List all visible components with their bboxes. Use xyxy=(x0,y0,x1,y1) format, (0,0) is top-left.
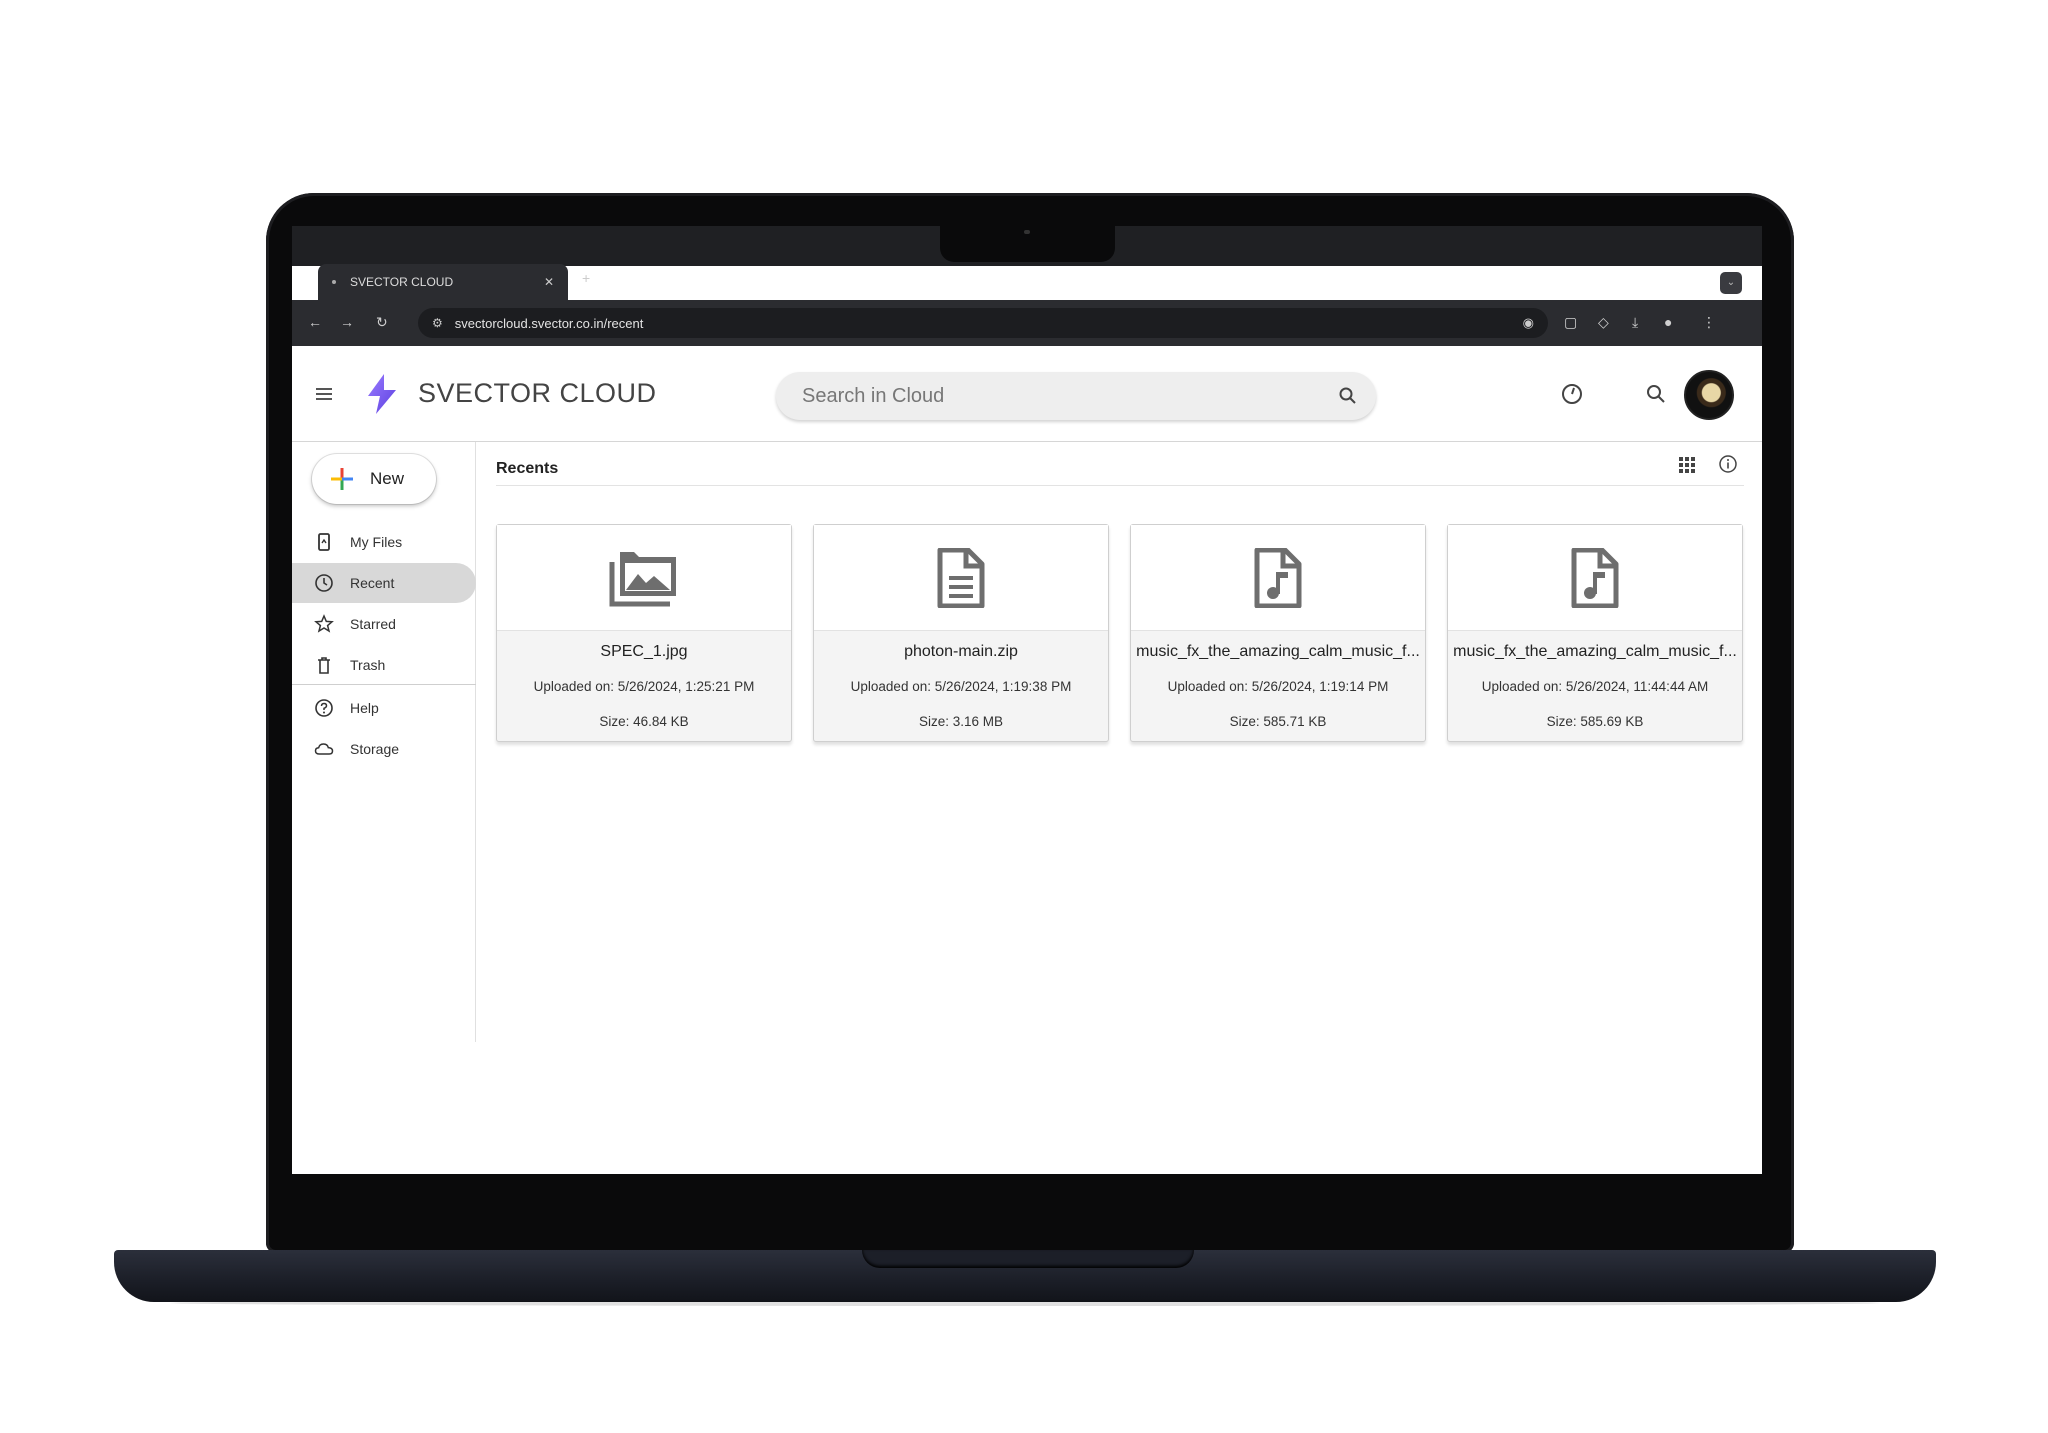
search-icon[interactable] xyxy=(1644,382,1668,406)
file-card[interactable]: photon-main.zip Uploaded on: 5/26/2024, … xyxy=(813,524,1109,742)
url-text: svectorcloud.svector.co.in/recent xyxy=(454,315,644,331)
file-card[interactable]: music_fx_the_amazing_calm_music_f... Upl… xyxy=(1447,524,1743,742)
main-content: Recents SPEC_1.jpg Uploaded on: 5/26/202… xyxy=(496,442,1744,1142)
search-placeholder: Search in Cloud xyxy=(802,384,945,407)
laptop-frame: SVECTOR CLOUD ✕ + ⌄ ← → ↻ ⚙ svectorcloud… xyxy=(0,0,2048,1433)
star-icon xyxy=(314,614,334,633)
file-uploaded-date: Uploaded on: 5/26/2024, 1:19:38 PM xyxy=(850,679,1072,694)
laptop-shadow xyxy=(170,1300,1880,1306)
sidebar-item-my-files[interactable]: My Files xyxy=(292,522,476,562)
address-bar[interactable]: ⚙ svectorcloud.svector.co.in/recent ◉ xyxy=(418,308,1548,338)
file-thumbnail xyxy=(814,525,1108,631)
audio-file-icon xyxy=(1571,547,1619,608)
lens-icon[interactable]: ◉ xyxy=(1523,315,1534,331)
section-title: Recents xyxy=(496,460,559,477)
sidebar-item-label: Starred xyxy=(350,616,396,632)
browser-tab[interactable]: SVECTOR CLOUD ✕ xyxy=(318,264,568,300)
sidebar-item-label: Trash xyxy=(350,657,386,673)
trash-icon xyxy=(318,657,330,674)
file-name: music_fx_the_amazing_calm_music_f... xyxy=(1453,643,1737,660)
sidebar-item-help[interactable]: Help xyxy=(292,688,476,728)
sidebar: New My Files Recent Starred Trash Help S… xyxy=(292,442,476,1042)
reload-icon[interactable]: ↻ xyxy=(376,312,388,332)
file-size: Size: 3.16 MB xyxy=(918,714,1004,729)
file-size: Size: 585.71 KB xyxy=(1229,714,1327,729)
new-button-label: New xyxy=(370,469,405,488)
info-icon[interactable] xyxy=(1718,454,1738,474)
cloud-app: SVECTOR CLOUD Search in Cloud New My Fil… xyxy=(292,346,1762,1174)
sidebar-item-label: Storage xyxy=(350,741,400,757)
image-icon xyxy=(609,551,676,606)
new-tab-icon[interactable]: + xyxy=(582,270,590,286)
clock-icon xyxy=(315,574,333,592)
laptop-base-lip xyxy=(862,1250,1194,1268)
sidebar-item-label: My Files xyxy=(350,534,403,550)
tab-close-icon[interactable]: ✕ xyxy=(544,275,554,289)
sidebar-item-storage[interactable]: Storage xyxy=(292,729,476,769)
file-thumbnail xyxy=(1448,525,1742,631)
back-icon[interactable]: ← xyxy=(308,312,322,332)
svector-logo-icon xyxy=(368,374,396,414)
forward-icon[interactable]: → xyxy=(340,312,354,332)
file-size: Size: 46.84 KB xyxy=(599,714,689,729)
file-uploaded-date: Uploaded on: 5/26/2024, 1:25:21 PM xyxy=(533,679,755,694)
download-icon[interactable]: ⤓ xyxy=(1632,312,1638,332)
new-button[interactable]: New xyxy=(312,454,436,504)
site-info-icon[interactable]: ⚙ xyxy=(432,316,443,330)
browser-toolbar: ← → ↻ ⚙ svectorcloud.svector.co.in/recen… xyxy=(292,300,1762,346)
phone-icon xyxy=(318,533,330,551)
profile-icon[interactable]: ● xyxy=(1664,312,1672,332)
file-thumbnail xyxy=(497,525,791,631)
avatar[interactable] xyxy=(1684,370,1734,420)
brand-title: SVECTOR CLOUD xyxy=(418,378,657,408)
section-header: Recents xyxy=(496,442,1744,486)
file-name: photon-main.zip xyxy=(904,643,1018,660)
sidepanel-icon[interactable]: ▢ xyxy=(1564,312,1577,332)
search-icon[interactable] xyxy=(1338,386,1358,406)
sidebar-item-label: Recent xyxy=(350,575,395,591)
browser-menu-icon[interactable]: ⋮ xyxy=(1702,312,1716,332)
window-menu-icon[interactable]: ⌄ xyxy=(1720,272,1742,294)
file-uploaded-date: Uploaded on: 5/26/2024, 1:19:14 PM xyxy=(1167,679,1389,694)
file-name: music_fx_the_amazing_calm_music_f... xyxy=(1136,643,1420,660)
file-size: Size: 585.69 KB xyxy=(1546,714,1644,729)
search-box[interactable]: Search in Cloud xyxy=(776,372,1376,420)
sidebar-divider xyxy=(292,684,476,685)
file-uploaded-date: Uploaded on: 5/26/2024, 11:44:44 AM xyxy=(1481,679,1709,694)
cloud-icon xyxy=(314,743,334,755)
screen: SVECTOR CLOUD ✕ + ⌄ ← → ↻ ⚙ svectorcloud… xyxy=(292,226,1762,1174)
sidebar-item-starred[interactable]: Starred xyxy=(292,604,476,644)
extension-icon[interactable]: ◇ xyxy=(1598,312,1609,332)
file-card[interactable]: music_fx_the_amazing_calm_music_f... Upl… xyxy=(1130,524,1426,742)
tab-title: SVECTOR CLOUD xyxy=(350,275,454,289)
plus-icon xyxy=(331,468,353,490)
audio-file-icon xyxy=(1254,547,1302,608)
camera xyxy=(1024,230,1030,234)
file-thumbnail xyxy=(1131,525,1425,631)
file-card[interactable]: SPEC_1.jpg Uploaded on: 5/26/2024, 1:25:… xyxy=(496,524,792,742)
help-icon xyxy=(315,699,333,717)
sidebar-item-recent[interactable]: Recent xyxy=(292,563,476,603)
sidebar-item-trash[interactable]: Trash xyxy=(292,645,476,685)
document-icon xyxy=(937,547,985,608)
history-icon[interactable] xyxy=(1560,382,1584,406)
grid-view-icon[interactable] xyxy=(1678,456,1696,474)
tab-favicon xyxy=(332,280,336,284)
app-header: SVECTOR CLOUD Search in Cloud xyxy=(292,346,1762,442)
file-name: SPEC_1.jpg xyxy=(600,643,688,660)
menu-icon[interactable] xyxy=(316,388,332,400)
sidebar-item-label: Help xyxy=(350,700,379,716)
